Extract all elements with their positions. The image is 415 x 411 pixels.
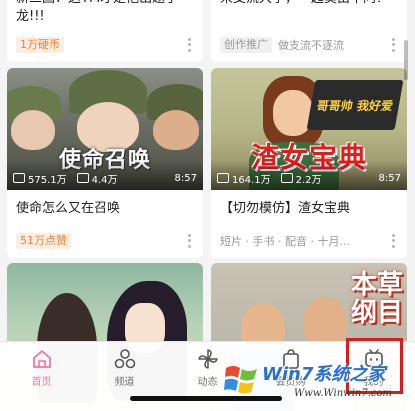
video-title[interactable]: 来支流大学，一起莫由不问？ bbox=[211, 0, 407, 8]
play-count-icon bbox=[13, 173, 25, 183]
child-figure bbox=[303, 297, 347, 347]
more-options-icon[interactable] bbox=[183, 37, 195, 53]
video-thumbnail[interactable]: 哥哥帅 我好爱 渣女宝典 164.1万 2.2万 8:57 bbox=[211, 68, 407, 190]
video-card-4[interactable]: 哥哥帅 我好爱 渣女宝典 164.1万 2.2万 8:57 【切勿模仿】渣女宝典… bbox=[211, 68, 407, 258]
danmaku-count: 2.2万 bbox=[295, 174, 322, 186]
video-meta: 1万硬币 bbox=[16, 36, 195, 54]
more-options-icon[interactable] bbox=[183, 233, 195, 249]
promotion-badge: 创作推广 bbox=[220, 37, 272, 53]
play-count-icon bbox=[217, 173, 229, 183]
thumbnail-caption: 本草纲目 bbox=[351, 270, 404, 328]
view-count: 575.1万 bbox=[28, 174, 67, 186]
tab-label: 动态 bbox=[197, 377, 218, 388]
tab-channels[interactable]: 频道 bbox=[83, 348, 166, 392]
watermark-url: Www.Winwin7.com bbox=[294, 388, 392, 399]
speech-bubble: 哥哥帅 我好爱 bbox=[306, 80, 404, 130]
thumbnail-stats: 575.1万 4.4万 8:57 bbox=[13, 170, 197, 186]
home-icon bbox=[31, 348, 53, 370]
video-card-3[interactable]: 使命召唤 575.1万 4.4万 8:57 使命怎么又在召唤 51万点赞 bbox=[7, 68, 203, 258]
tab-label: 首页 bbox=[31, 377, 52, 388]
watermark-title: Win7系统之家 bbox=[262, 364, 386, 385]
coins-badge: 1万硬币 bbox=[16, 37, 64, 53]
danmaku-icon bbox=[76, 173, 89, 183]
danmaku-count: 4.4万 bbox=[91, 174, 118, 186]
pinwheel-icon bbox=[197, 348, 219, 370]
tab-home[interactable]: 首页 bbox=[0, 348, 83, 392]
video-title[interactable]: 使命怎么又在召唤 bbox=[7, 200, 203, 218]
more-options-icon[interactable] bbox=[387, 233, 399, 249]
scroll-indicator bbox=[404, 40, 408, 80]
video-tags: 短片 · 手书 · 配音 · 十月... bbox=[220, 235, 350, 248]
video-title[interactable]: 新三国：这TM才是他出题了龙!!! bbox=[7, 0, 203, 26]
video-card-2[interactable]: 来支流大学，一起莫由不问？ 创作推广 做支流不逐流 bbox=[211, 0, 407, 62]
site-watermark: Win7系统之家 Www.Winwin7.com bbox=[222, 354, 415, 411]
video-meta: 短片 · 手书 · 配音 · 十月... bbox=[220, 232, 399, 250]
view-count: 164.1万 bbox=[232, 174, 271, 186]
video-duration: 8:57 bbox=[378, 172, 401, 184]
bilibili-home-feed: 新三国：这TM才是他出题了龙!!! 1万硬币 使命召唤 575.1万 4.4万 … bbox=[0, 0, 415, 411]
thumbnail-stats: 164.1万 2.2万 8:57 bbox=[217, 170, 401, 186]
video-thumbnail[interactable]: 使命召唤 575.1万 4.4万 8:57 bbox=[7, 68, 203, 190]
promotion-slogan: 做支流不逐流 bbox=[278, 39, 344, 52]
video-card-1[interactable]: 新三国：这TM才是他出题了龙!!! 1万硬币 bbox=[7, 0, 203, 62]
video-duration: 8:57 bbox=[174, 172, 197, 184]
tab-label: 频道 bbox=[114, 377, 135, 388]
channels-icon bbox=[114, 348, 136, 370]
video-title[interactable]: 【切勿模仿】渣女宝典 bbox=[211, 200, 407, 218]
more-options-icon[interactable] bbox=[387, 37, 399, 53]
windows-logo-icon bbox=[224, 366, 257, 394]
video-meta: 51万点赞 bbox=[16, 232, 195, 250]
video-meta: 创作推广 做支流不逐流 bbox=[220, 36, 399, 54]
likes-badge: 51万点赞 bbox=[16, 233, 71, 249]
danmaku-icon bbox=[280, 173, 293, 183]
